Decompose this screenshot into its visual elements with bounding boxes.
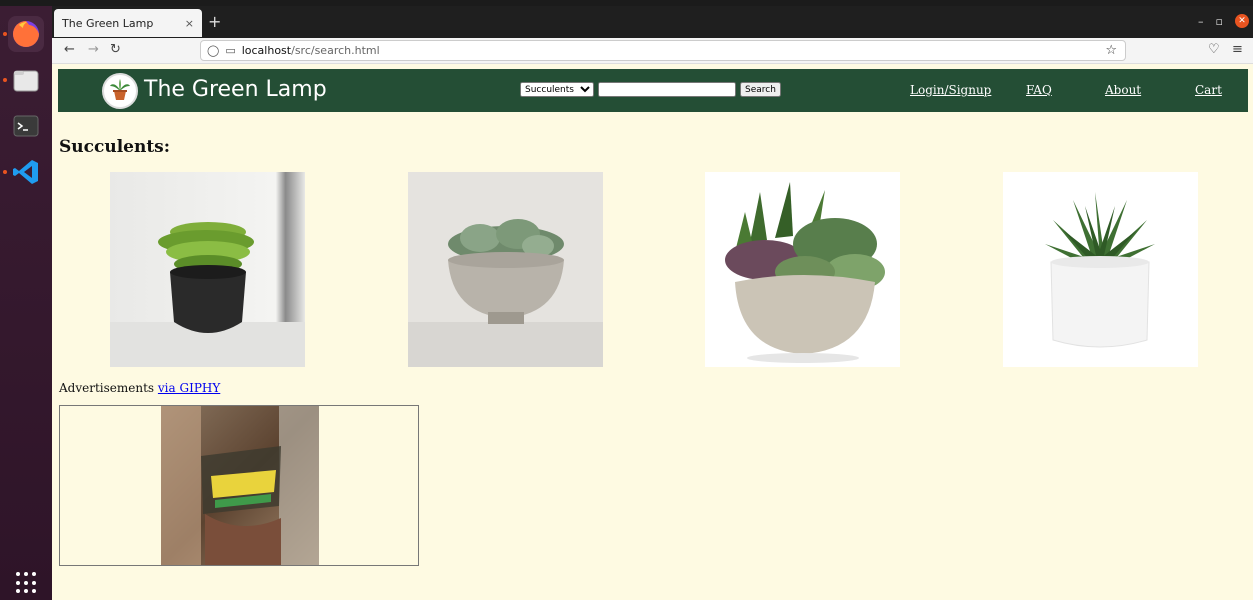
nav-about-link[interactable]: About	[1105, 83, 1141, 97]
search-form: Succulents Search	[520, 82, 781, 97]
browser-tab[interactable]: The Green Lamp ×	[54, 9, 202, 37]
terminal-launcher[interactable]	[8, 108, 44, 144]
page-info-icon: ▭	[225, 44, 236, 57]
window-controls: – ▫ ✕	[1198, 14, 1249, 28]
menu-icon[interactable]: ≡	[1232, 42, 1243, 57]
files-launcher[interactable]	[8, 62, 44, 98]
category-heading: Succulents:	[59, 137, 171, 157]
new-tab-button[interactable]: +	[208, 12, 221, 31]
close-window-icon[interactable]: ✕	[1235, 14, 1249, 28]
ads-label: Advertisements	[59, 381, 155, 395]
folder-icon	[13, 70, 39, 92]
running-indicator	[3, 170, 7, 174]
browser-nav-bar: ← → ↻ ◯ ▭ localhost/src/search.html ☆ ♡ …	[52, 38, 1253, 64]
site-title: The Green Lamp	[144, 77, 327, 102]
terminal-icon	[13, 115, 39, 137]
giphy-link[interactable]: via GIPHY	[158, 381, 220, 395]
animated-ad-gif[interactable]	[161, 406, 319, 565]
site-logo[interactable]	[102, 73, 138, 109]
nav-cart-link[interactable]: Cart	[1195, 83, 1222, 97]
minimize-icon[interactable]: –	[1198, 15, 1204, 28]
web-page: The Green Lamp Succulents Search Login/S…	[52, 64, 1253, 600]
show-apps-icon[interactable]	[16, 572, 38, 594]
forward-icon[interactable]: →	[88, 42, 99, 57]
vscode-icon	[13, 160, 38, 184]
browser-tab-bar: The Green Lamp × + – ▫ ✕	[52, 6, 1253, 38]
firefox-launcher[interactable]	[8, 16, 44, 52]
url-path: /src/search.html	[291, 44, 380, 57]
back-icon[interactable]: ←	[64, 42, 75, 57]
url-host: localhost	[241, 44, 292, 57]
potted-plant-logo-icon	[110, 79, 130, 100]
category-select[interactable]: Succulents	[520, 82, 594, 97]
product-image-succulent-stone-bowl[interactable]	[408, 172, 603, 367]
product-image-succulent-white-pot[interactable]	[1003, 172, 1198, 367]
reload-icon[interactable]: ↻	[110, 42, 121, 57]
running-indicator	[3, 78, 7, 82]
nav-login-link[interactable]: Login/Signup	[910, 83, 991, 97]
pocket-icon[interactable]: ♡	[1208, 42, 1220, 57]
tracking-shield-icon: ◯	[207, 44, 220, 57]
nav-faq-link[interactable]: FAQ	[1026, 83, 1052, 97]
maximize-icon[interactable]: ▫	[1216, 15, 1223, 28]
search-button[interactable]: Search	[740, 82, 781, 97]
tab-title: The Green Lamp	[62, 16, 154, 30]
running-indicator	[3, 32, 7, 36]
firefox-icon	[13, 21, 39, 47]
search-input[interactable]	[598, 82, 736, 97]
site-header: The Green Lamp Succulents Search Login/S…	[58, 69, 1248, 112]
ubuntu-dock	[0, 6, 52, 600]
bookmark-star-icon[interactable]: ☆	[1105, 43, 1117, 58]
ad-embed-frame[interactable]	[59, 405, 419, 566]
address-bar[interactable]: ◯ ▭ localhost/src/search.html ☆	[200, 40, 1126, 61]
product-image-succulent-arrangement[interactable]	[705, 172, 900, 367]
close-tab-icon[interactable]: ×	[185, 17, 194, 30]
product-image-succulent-black-pot[interactable]	[110, 172, 305, 367]
ads-caption: Advertisements via GIPHY	[59, 381, 220, 395]
vscode-launcher[interactable]	[8, 154, 44, 190]
